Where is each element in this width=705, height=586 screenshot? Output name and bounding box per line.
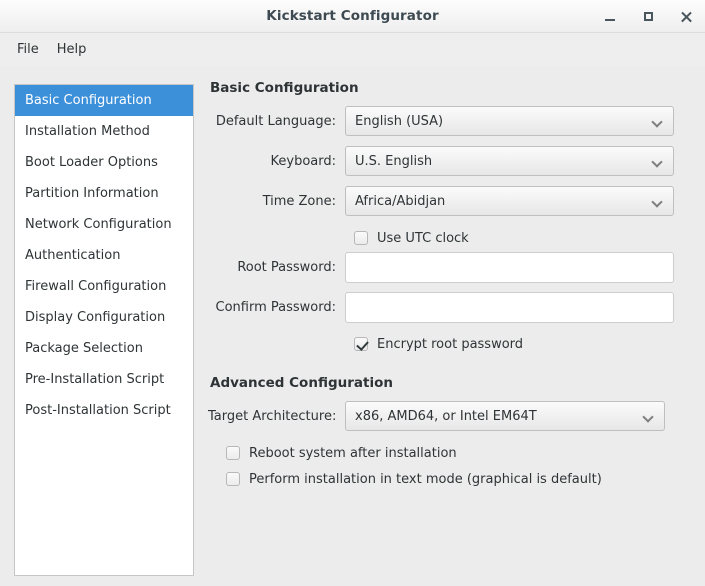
title-bar: Kickstart Configurator [0, 0, 705, 33]
encrypt-root-password-label: Encrypt root password [377, 336, 524, 352]
encrypt-root-password-checkbox-row[interactable]: Encrypt root password [208, 331, 696, 357]
close-icon [680, 11, 692, 23]
maximize-button[interactable] [637, 6, 659, 28]
use-utc-clock-checkbox[interactable] [354, 231, 368, 245]
confirm-password-row: Confirm Password: [208, 291, 696, 323]
use-utc-clock-checkbox-row[interactable]: Use UTC clock [208, 225, 696, 251]
maximize-icon [643, 12, 653, 21]
keyboard-row: Keyboard: U.S. English [208, 145, 696, 177]
basic-configuration-heading: Basic Configuration [210, 80, 359, 96]
sidebar-item-package-selection[interactable]: Package Selection [15, 333, 193, 364]
time-zone-row: Time Zone: Africa/Abidjan [208, 185, 696, 217]
minimize-icon [605, 19, 615, 21]
confirm-password-field[interactable] [345, 291, 674, 323]
default-language-dropdown[interactable]: English (USA) [345, 106, 674, 136]
text-mode-installation-checkbox[interactable] [226, 472, 240, 486]
sidebar-item-display-configuration[interactable]: Display Configuration [15, 302, 193, 333]
sidebar-item-partition-information[interactable]: Partition Information [15, 178, 193, 209]
root-password-label: Root Password: [237, 259, 336, 275]
close-button[interactable] [675, 6, 697, 28]
reboot-after-installation-checkbox-row[interactable]: Reboot system after installation [208, 440, 696, 466]
keyboard-label: Keyboard: [270, 153, 337, 169]
main-panel: Basic Configuration Default Language: En… [208, 80, 696, 492]
sidebar-item-firewall-configuration[interactable]: Firewall Configuration [15, 271, 193, 302]
root-password-field[interactable] [345, 251, 674, 283]
sidebar-item-pre-installation-script[interactable]: Pre-Installation Script [15, 364, 193, 395]
time-zone-label: Time Zone: [262, 193, 336, 209]
keyboard-dropdown[interactable]: U.S. English [345, 146, 674, 176]
reboot-after-installation-label: Reboot system after installation [249, 445, 457, 461]
window-controls [599, 0, 697, 33]
sidebar-item-network-configuration[interactable]: Network Configuration [15, 209, 193, 240]
default-language-label: Default Language: [215, 113, 336, 129]
chevron-down-icon [653, 198, 662, 204]
sidebar-item-basic-configuration[interactable]: Basic Configuration [15, 85, 193, 116]
sidebar-item-boot-loader-options[interactable]: Boot Loader Options [15, 147, 193, 178]
chevron-down-icon [653, 158, 662, 164]
encrypt-root-password-checkbox[interactable] [354, 337, 368, 351]
sidebar-item-installation-method[interactable]: Installation Method [15, 116, 193, 147]
default-language-row: Default Language: English (USA) [208, 105, 696, 137]
target-architecture-row: Target Architecture: x86, AMD64, or Inte… [208, 400, 696, 432]
time-zone-dropdown[interactable]: Africa/Abidjan [345, 186, 674, 216]
root-password-row: Root Password: [208, 251, 696, 283]
menu-item-help[interactable]: Help [48, 39, 96, 60]
target-architecture-dropdown[interactable]: x86, AMD64, or Intel EM64T [345, 401, 665, 431]
target-architecture-value: x86, AMD64, or Intel EM64T [355, 408, 537, 424]
section-list[interactable]: Basic Configuration Installation Method … [14, 84, 194, 576]
minimize-button[interactable] [599, 6, 621, 28]
keyboard-value: U.S. English [355, 153, 433, 169]
default-language-value: English (USA) [355, 113, 444, 129]
advanced-configuration-heading: Advanced Configuration [210, 375, 393, 391]
reboot-after-installation-checkbox[interactable] [226, 446, 240, 460]
sidebar-item-authentication[interactable]: Authentication [15, 240, 193, 271]
use-utc-clock-label: Use UTC clock [377, 230, 469, 246]
chevron-down-icon [644, 413, 653, 419]
chevron-down-icon [653, 118, 662, 124]
sidebar-item-post-installation-script[interactable]: Post-Installation Script [15, 395, 193, 426]
menu-item-file[interactable]: File [8, 39, 48, 60]
text-mode-installation-checkbox-row[interactable]: Perform installation in text mode (graph… [208, 466, 696, 492]
target-architecture-label: Target Architecture: [208, 408, 337, 424]
text-mode-installation-label: Perform installation in text mode (graph… [249, 471, 602, 487]
confirm-password-label: Confirm Password: [215, 299, 336, 315]
menu-bar: File Help [0, 33, 705, 66]
time-zone-value: Africa/Abidjan [355, 193, 446, 209]
